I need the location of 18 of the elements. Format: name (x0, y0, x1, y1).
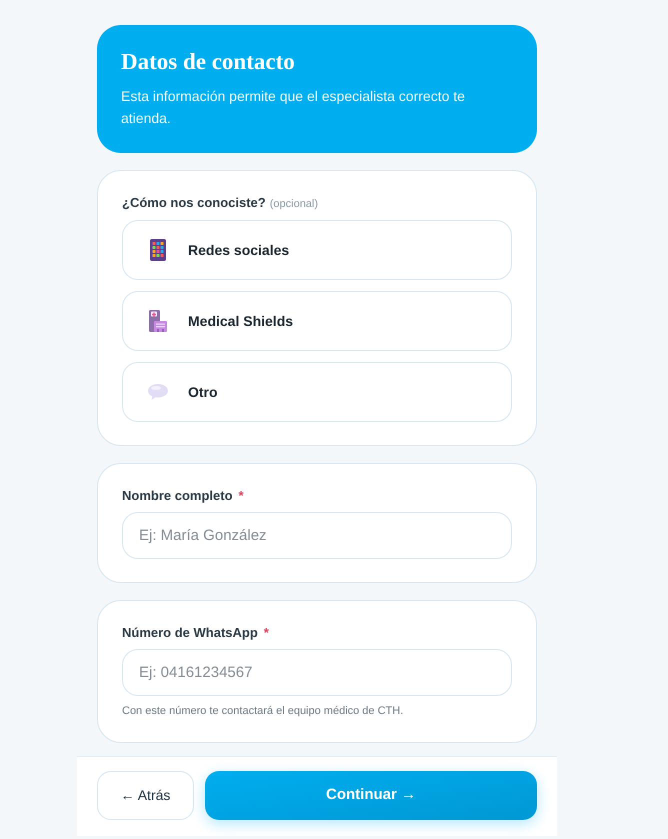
back-button[interactable]: ← Atrás (97, 771, 194, 820)
option-button[interactable]: Otro (122, 362, 512, 422)
question-label: ¿Cómo nos conociste? (122, 194, 266, 212)
input-field[interactable]: Ej: 04161234567 (122, 649, 512, 696)
page-title: Datos de contacto (121, 48, 296, 76)
option-button[interactable]: Redes sociales (122, 220, 512, 280)
required-mark: * (264, 624, 269, 642)
hospital-icon (149, 310, 167, 332)
field-label: Número de WhatsApp (122, 624, 258, 642)
speech-bubble-icon (147, 383, 169, 401)
phone-icon (150, 239, 166, 261)
option-button[interactable]: Medical Shields (122, 291, 512, 351)
optional-hint: (opcional) (270, 197, 318, 212)
input-field[interactable]: Ej: María González (122, 512, 512, 559)
field-label: Nombre completo (122, 487, 233, 505)
help-text: Con este número te contactará el equipo médico de CTH. (122, 704, 404, 719)
required-mark: * (238, 487, 244, 505)
page-subtitle: Esta información permite que el especialista correcto te atienda. (121, 87, 466, 128)
